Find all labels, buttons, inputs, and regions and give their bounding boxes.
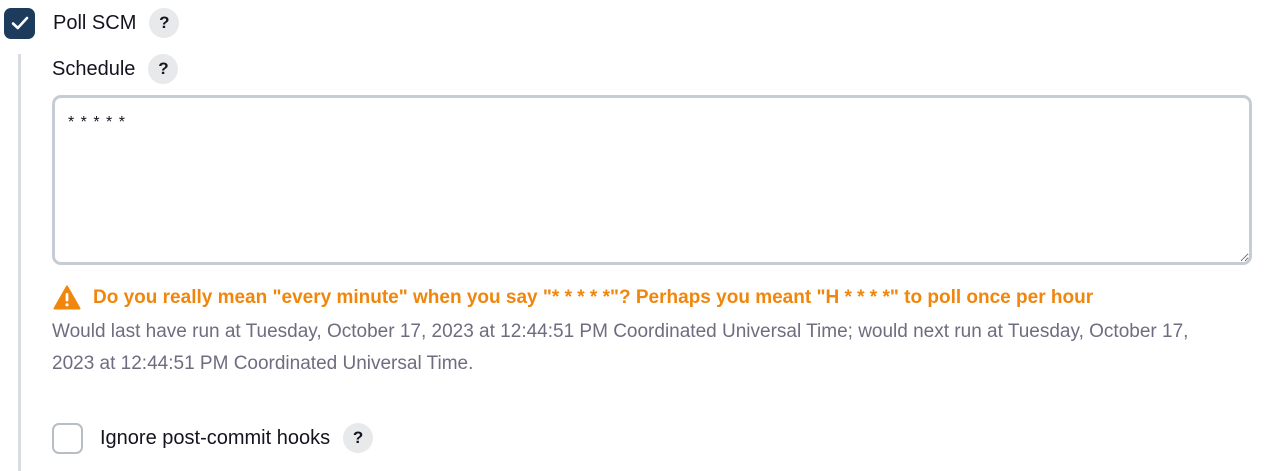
schedule-help-icon[interactable]: ? (148, 54, 179, 84)
schedule-warning: Do you really mean "every minute" when y… (53, 285, 1093, 310)
poll-scm-label[interactable]: Poll SCM (53, 12, 136, 35)
ignore-post-commit-hooks-row: Ignore post-commit hooks ? (52, 421, 374, 455)
nested-section-rule (18, 54, 21, 471)
poll-scm-help-icon[interactable]: ? (149, 8, 180, 38)
ignore-post-commit-hooks-help-icon[interactable]: ? (343, 423, 374, 453)
warning-triangle-icon (53, 285, 81, 310)
ignore-post-commit-hooks-label[interactable]: Ignore post-commit hooks (100, 427, 330, 450)
schedule-info-message: Would last have run at Tuesday, October … (52, 321, 1189, 374)
schedule-textarea[interactable]: * * * * * (52, 95, 1252, 265)
schedule-field-wrapper: * * * * * (52, 95, 1252, 265)
poll-scm-row: Poll SCM ? (4, 6, 180, 40)
schedule-row: Schedule ? (52, 52, 179, 86)
ignore-post-commit-hooks-checkbox[interactable] (52, 422, 83, 454)
checkmark-icon (11, 16, 28, 30)
schedule-label: Schedule (52, 57, 136, 80)
poll-scm-checkbox[interactable] (4, 7, 35, 39)
warning-message: Do you really mean "every minute" when y… (93, 286, 1094, 308)
